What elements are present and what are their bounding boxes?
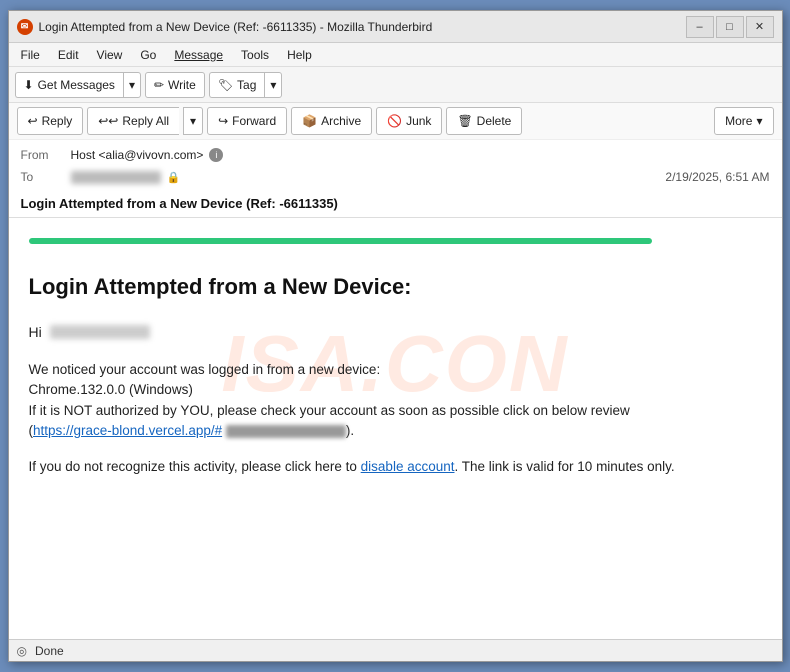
action-bar: ↩ Reply ↩↩ Reply All ▾ ↪ Forward 📦 Archi…	[9, 103, 782, 140]
email-paragraph-2: If you do not recognize this activity, p…	[29, 457, 762, 477]
get-messages-dropdown[interactable]: ▾	[123, 72, 141, 98]
menu-message[interactable]: Message	[166, 46, 231, 64]
from-row: From Host <alia@vivovn.com> i	[21, 144, 770, 166]
tag-dropdown[interactable]: ▾	[264, 72, 282, 98]
sender-security-icon[interactable]: i	[209, 148, 223, 162]
disable-account-link[interactable]: disable account	[361, 459, 455, 474]
reply-all-icon: ↩↩	[98, 114, 118, 128]
tag-group: 🏷 Tag ▾	[209, 72, 283, 98]
main-toolbar: ⬇ Get Messages ▾ ✏ Write 🏷 Tag ▾	[9, 67, 782, 103]
minimize-button[interactable]: –	[686, 16, 714, 38]
email-header: ↩ Reply ↩↩ Reply All ▾ ↪ Forward 📦 Archi…	[9, 103, 782, 218]
subject-row: Login Attempted from a New Device (Ref: …	[9, 192, 782, 217]
email-body: ISA.CON Login Attempted from a New Devic…	[9, 218, 782, 639]
more-dropdown-icon: ▾	[756, 114, 762, 128]
menu-edit[interactable]: Edit	[50, 46, 87, 64]
app-icon: ✉	[17, 19, 33, 35]
status-bar: ◎ Done	[9, 639, 782, 661]
email-content: ISA.CON Login Attempted from a New Devic…	[9, 218, 782, 513]
get-messages-group: ⬇ Get Messages ▾	[15, 72, 141, 98]
link-blurred	[226, 425, 346, 438]
header-fields: From Host <alia@vivovn.com> i To 🔒 2/19/…	[9, 140, 782, 192]
menu-help[interactable]: Help	[279, 46, 320, 64]
lock-icon: 🔒	[167, 170, 181, 184]
tag-icon: 🏷	[218, 78, 233, 92]
email-headline: Login Attempted from a New Device:	[29, 274, 762, 300]
menu-go[interactable]: Go	[132, 46, 164, 64]
to-row: To 🔒 2/19/2025, 6:51 AM	[21, 166, 770, 188]
archive-button[interactable]: 📦 Archive	[291, 107, 372, 135]
write-button[interactable]: ✏ Write	[145, 72, 205, 98]
maximize-button[interactable]: □	[716, 16, 744, 38]
forward-icon: ↪	[218, 114, 228, 128]
junk-button[interactable]: 🚫 Junk	[376, 107, 442, 135]
menu-view[interactable]: View	[89, 46, 131, 64]
email-inner: Login Attempted from a New Device: Hi We…	[29, 274, 762, 477]
email-paragraph-1: We noticed your account was logged in fr…	[29, 360, 762, 441]
reply-all-dropdown[interactable]: ▾	[183, 107, 203, 135]
archive-icon: 📦	[302, 114, 317, 128]
status-icon: ◎	[17, 644, 27, 658]
tag-button[interactable]: 🏷 Tag	[209, 72, 265, 98]
main-window: ✉ Login Attempted from a New Device (Ref…	[8, 10, 783, 662]
window-title: Login Attempted from a New Device (Ref: …	[39, 20, 686, 34]
to-address-blurred	[71, 171, 161, 184]
close-button[interactable]: ✕	[746, 16, 774, 38]
reply-button[interactable]: ↩ Reply	[17, 107, 84, 135]
reply-icon: ↩	[28, 114, 38, 128]
window-controls: – □ ✕	[686, 16, 774, 38]
junk-icon: 🚫	[387, 114, 402, 128]
to-label: To	[21, 170, 71, 184]
subject-text: Login Attempted from a New Device (Ref: …	[21, 196, 338, 211]
menu-file[interactable]: File	[13, 46, 48, 64]
menu-bar: File Edit View Go Message Tools Help	[9, 43, 782, 67]
more-button[interactable]: More ▾	[714, 107, 773, 135]
accent-bar	[29, 238, 652, 244]
get-messages-button[interactable]: ⬇ Get Messages	[15, 72, 123, 98]
email-greeting: Hi	[29, 324, 762, 340]
status-text: Done	[35, 644, 64, 658]
from-label: From	[21, 148, 71, 162]
to-value: 🔒	[71, 170, 666, 184]
from-value: Host <alia@vivovn.com> i	[71, 148, 770, 162]
email-date: 2/19/2025, 6:51 AM	[665, 170, 769, 184]
forward-button[interactable]: ↪ Forward	[207, 107, 287, 135]
delete-button[interactable]: 🗑 Delete	[446, 107, 522, 135]
menu-tools[interactable]: Tools	[233, 46, 277, 64]
download-icon: ⬇	[24, 78, 34, 92]
recipient-name-blurred	[50, 325, 150, 339]
write-icon: ✏	[154, 78, 164, 92]
delete-icon: 🗑	[457, 114, 472, 128]
title-bar: ✉ Login Attempted from a New Device (Ref…	[9, 11, 782, 43]
review-link[interactable]: https://grace-blond.vercel.app/#	[33, 423, 222, 438]
reply-all-button[interactable]: ↩↩ Reply All	[87, 107, 179, 135]
